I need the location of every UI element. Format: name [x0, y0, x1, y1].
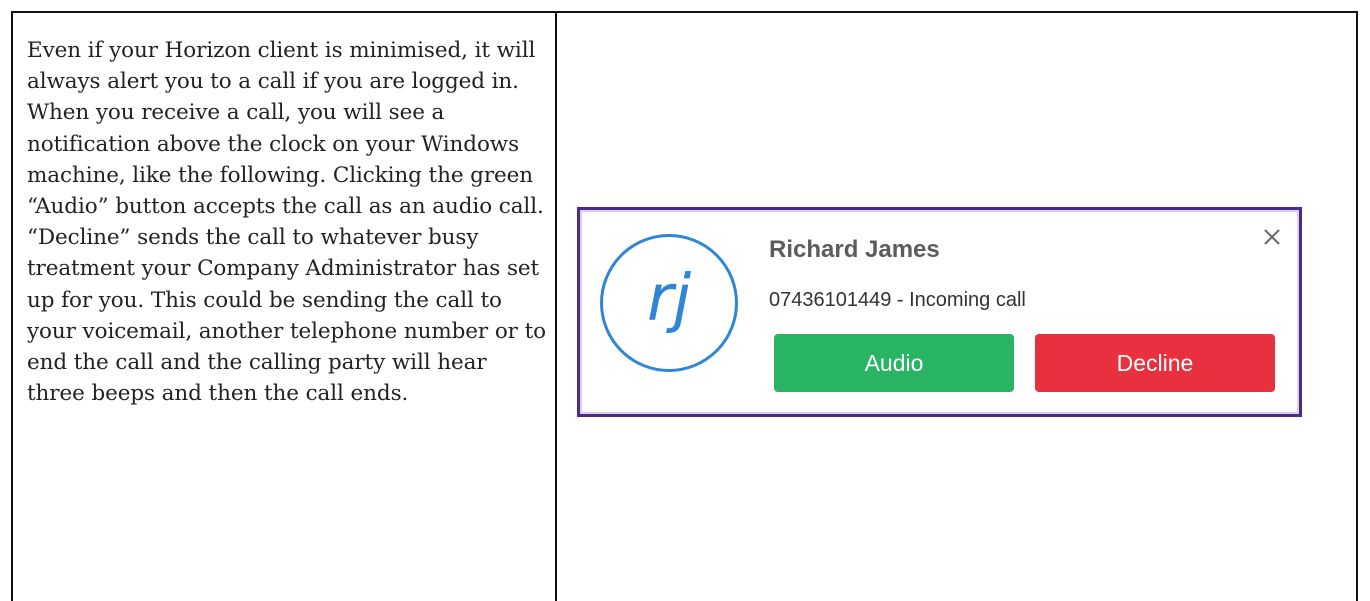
close-button[interactable] — [1259, 224, 1285, 250]
document-table: Even if your Horizon client is minimised… — [11, 11, 1358, 601]
text-cell: Even if your Horizon client is minimised… — [13, 13, 555, 601]
instructions-paragraph: Even if your Horizon client is minimised… — [27, 38, 546, 407]
decline-button[interactable]: Decline — [1035, 334, 1275, 392]
audio-button[interactable]: Audio — [774, 334, 1014, 392]
notification-body: rj Richard James 07436101449 - Incoming … — [584, 214, 1295, 410]
incoming-call-notification: rj Richard James 07436101449 - Incoming … — [577, 207, 1302, 417]
avatar-initials: rj — [646, 262, 692, 336]
audio-button-label: Audio — [864, 349, 924, 376]
decline-button-label: Decline — [1116, 349, 1194, 376]
caller-name: Richard James — [769, 236, 940, 263]
caller-status: 07436101449 - Incoming call — [769, 289, 1026, 311]
close-icon — [1264, 229, 1280, 245]
image-cell: rj Richard James 07436101449 - Incoming … — [557, 13, 1356, 601]
caller-avatar: rj — [600, 234, 738, 372]
